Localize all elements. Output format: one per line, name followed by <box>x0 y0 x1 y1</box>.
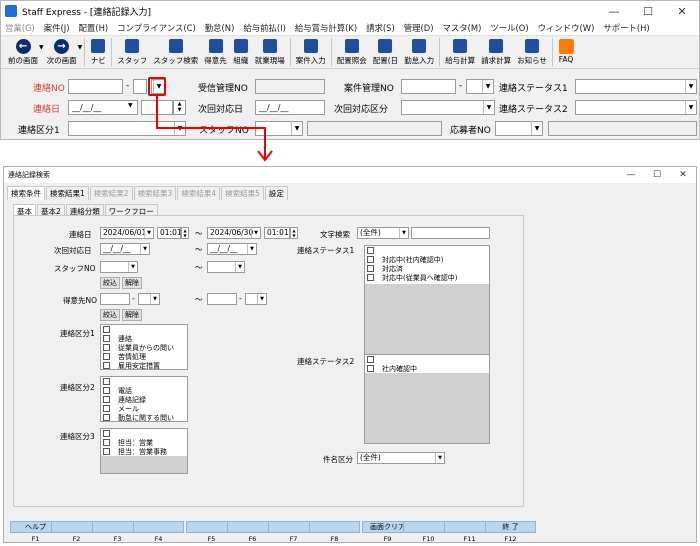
category3-listbox[interactable]: 担当：営業 担当：営業事務 <box>100 428 188 474</box>
checkbox[interactable] <box>103 439 110 446</box>
list-item[interactable]: 連絡記録 <box>101 395 187 404</box>
chevron-down-icon: ▼ <box>399 228 408 238</box>
s-category1-label: 連絡区分1 <box>60 329 95 338</box>
search-window: 連絡記録検索 — ☐ ✕ 検索条件 検索結果1 検索結果2 検索結果3 検索結果… <box>3 166 697 543</box>
search-title-bar: 連絡記録検索 — ☐ ✕ <box>4 167 696 183</box>
checkbox[interactable] <box>103 448 110 455</box>
tab-settings[interactable]: 設定 <box>264 186 288 200</box>
checkbox[interactable] <box>103 344 110 351</box>
checkbox[interactable] <box>367 247 374 254</box>
checkbox[interactable] <box>103 430 110 437</box>
tab-criteria[interactable]: 検索条件 <box>7 186 45 200</box>
function-key-bar: ヘルプ F1 F2 F3 F4 F5 F6 F7 F8 画面クリア F9 F10… <box>10 521 690 543</box>
next-from-input[interactable]: __/__/__ ▼ <box>100 243 150 255</box>
staff-no-from-select[interactable]: ▼ <box>100 261 138 273</box>
s-category3-label: 連絡区分3 <box>60 432 95 441</box>
category2-listbox[interactable]: 電話 連絡記録 メール 勤怠に関する問い <box>100 376 188 422</box>
s-category2-label: 連絡区分2 <box>60 383 95 392</box>
staff-clear-button[interactable]: 解除 <box>122 277 142 289</box>
time-to-spinner[interactable]: ▲ ▼ <box>290 227 298 239</box>
client-no-to-input[interactable] <box>207 293 237 305</box>
tab-result4[interactable]: 検索結果4 <box>177 186 221 200</box>
list-item[interactable] <box>101 377 187 386</box>
checkbox[interactable] <box>367 256 374 263</box>
text-search-label: 文字検索 <box>320 230 350 239</box>
tab-result1[interactable]: 検索結果1 <box>46 186 89 200</box>
time-from-input[interactable]: 01:01 <box>157 227 181 239</box>
chevron-down-icon: ▼ <box>257 294 266 304</box>
client-no-from-branch[interactable]: ▼ <box>138 293 160 305</box>
s-client-no-label: 得意先NO <box>63 296 98 305</box>
result-tabs: 検索条件 検索結果1 検索結果2 検索結果3 検索結果4 検索結果5 設定 <box>7 186 289 200</box>
time-to-input[interactable]: 01:01 <box>264 227 290 239</box>
minimize-icon[interactable]: — <box>618 170 644 180</box>
chevron-down-icon: ▼ <box>235 262 244 272</box>
s-staff-no-label: スタッフNO <box>54 264 96 273</box>
list-item[interactable]: 社内確認中 <box>365 364 489 373</box>
status1-listbox[interactable]: 対応中(社内確認中) 対応済 対応中(従業員へ確認中) <box>364 245 490 367</box>
chevron-down-icon: ▼ <box>140 244 149 254</box>
time-from-spinner[interactable]: ▲ ▼ <box>181 227 189 239</box>
list-item[interactable]: 対応中(従業員へ確認中) <box>365 273 489 282</box>
checkbox[interactable] <box>103 387 110 394</box>
tab-result5[interactable]: 検索結果5 <box>221 186 264 200</box>
client-clear-button[interactable]: 解除 <box>122 309 142 321</box>
chevron-down-icon: ▼ <box>144 228 153 238</box>
chevron-down-icon: ▼ <box>150 294 159 304</box>
staff-narrow-button[interactable]: 絞込 <box>100 277 120 289</box>
search-window-title: 連絡記録検索 <box>8 171 50 179</box>
chevron-down-icon: ▼ <box>128 262 137 272</box>
text-search-select[interactable]: (全件) ▼ <box>357 227 409 239</box>
client-no-to-branch[interactable]: ▼ <box>245 293 267 305</box>
list-item[interactable]: 勤怠に関する問い <box>101 413 187 421</box>
text-search-input[interactable] <box>411 227 490 239</box>
checkbox[interactable] <box>103 353 110 360</box>
staff-no-to-select[interactable]: ▼ <box>207 261 245 273</box>
f8-button[interactable] <box>309 521 360 533</box>
chevron-down-icon: ▼ <box>251 228 260 238</box>
checkbox[interactable] <box>103 378 110 385</box>
connector-arrow <box>156 96 273 162</box>
checkbox[interactable] <box>367 274 374 281</box>
list-item[interactable]: 雇用安定措置 <box>101 361 187 369</box>
client-no-from-input[interactable] <box>100 293 130 305</box>
checkbox[interactable] <box>103 335 110 342</box>
chevron-down-icon: ▼ <box>435 453 444 463</box>
s-status2-label: 連絡ステータス2 <box>297 357 355 366</box>
subject-select[interactable]: (全件) ▼ <box>357 452 445 464</box>
tab-result3[interactable]: 検索結果3 <box>133 186 177 200</box>
checkbox[interactable] <box>103 362 110 369</box>
criteria-panel: 連絡日 2024/06/01 ▼ 01:01 ▲ ▼ ～ 2024/06/30 ▼ 0… <box>13 215 524 507</box>
client-narrow-button[interactable]: 絞込 <box>100 309 120 321</box>
date-to-input[interactable]: 2024/06/30 ▼ <box>207 227 261 239</box>
s-contact-date-label: 連絡日 <box>69 230 92 239</box>
maximize-icon[interactable]: ☐ <box>644 170 670 180</box>
s-next-date-label: 次回対応日 <box>54 246 92 255</box>
s-status1-label: 連絡ステータス1 <box>297 246 355 255</box>
subject-label: 件名区分 <box>323 455 353 464</box>
category1-listbox[interactable]: 連絡 従業員からの問い 苦情処理 雇用安定措置 <box>100 324 188 370</box>
checkbox[interactable] <box>103 396 110 403</box>
f4-button[interactable] <box>133 521 184 533</box>
tab-result2[interactable]: 検索結果2 <box>89 186 133 200</box>
f12-exit-button[interactable]: 終 了 <box>485 521 536 533</box>
checkbox[interactable] <box>103 326 110 333</box>
close-icon[interactable]: ✕ <box>670 170 696 180</box>
next-to-input[interactable]: __/__/__ ▼ <box>207 243 257 255</box>
checkbox[interactable] <box>367 265 374 272</box>
checkbox[interactable] <box>367 356 374 363</box>
checkbox[interactable] <box>103 405 110 412</box>
chevron-down-icon: ▼ <box>247 244 256 254</box>
status2-listbox[interactable]: 社内確認中 <box>364 354 490 444</box>
checkbox[interactable] <box>367 365 374 372</box>
date-from-input[interactable]: 2024/06/01 ▼ <box>100 227 154 239</box>
list-item[interactable]: 担当：営業事務 <box>101 447 187 456</box>
checkbox[interactable] <box>103 414 110 421</box>
list-item[interactable] <box>101 325 187 334</box>
